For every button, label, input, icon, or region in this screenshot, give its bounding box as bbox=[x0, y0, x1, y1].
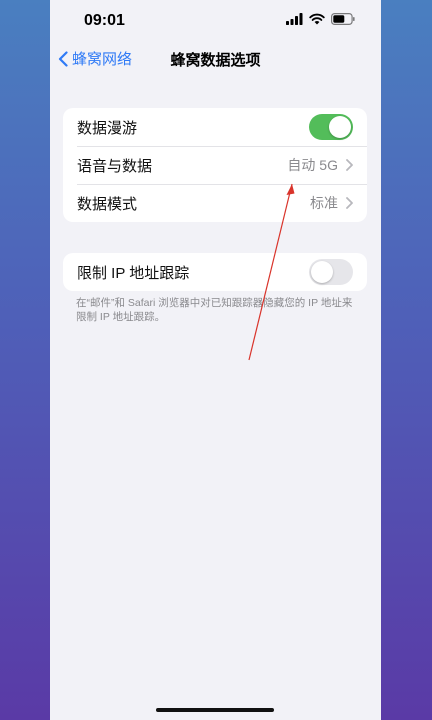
row-data-mode[interactable]: 数据模式 标准 bbox=[63, 184, 367, 222]
data-mode-label: 数据模式 bbox=[77, 195, 138, 213]
phone-screen: 09:01 蜂窝网络 蜂窝数据选项 数据漫游 语音与数据 自动 5G 数据模式 … bbox=[50, 0, 381, 720]
row-limit-ip-tracking: 限制 IP 地址跟踪 bbox=[63, 253, 367, 291]
data-roaming-label: 数据漫游 bbox=[77, 119, 138, 137]
status-time: 09:01 bbox=[84, 12, 125, 29]
status-bar: 09:01 bbox=[50, 0, 381, 44]
row-data-roaming: 数据漫游 bbox=[63, 108, 367, 146]
status-icons bbox=[286, 13, 355, 25]
toggle-knob bbox=[329, 116, 351, 138]
settings-group-cellular: 数据漫游 语音与数据 自动 5G 数据模式 标准 bbox=[63, 108, 367, 222]
data-mode-value-group: 标准 bbox=[310, 184, 353, 222]
battery-icon bbox=[331, 13, 355, 25]
toggle-knob bbox=[311, 261, 333, 283]
data-mode-value: 标准 bbox=[310, 195, 338, 211]
limit-ip-label: 限制 IP 地址跟踪 bbox=[77, 264, 190, 282]
limit-ip-footnote: 在“邮件”和 Safari 浏览器中对已知跟踪器隐藏您的 IP 地址来限制 IP… bbox=[76, 297, 353, 323]
data-roaming-toggle[interactable] bbox=[309, 114, 353, 140]
chevron-right-icon bbox=[346, 197, 353, 209]
home-indicator[interactable] bbox=[156, 708, 274, 712]
chevron-right-icon bbox=[346, 159, 353, 171]
wifi-icon bbox=[309, 13, 325, 25]
row-voice-data[interactable]: 语音与数据 自动 5G bbox=[63, 146, 367, 184]
voice-data-label: 语音与数据 bbox=[77, 157, 153, 175]
limit-ip-toggle[interactable] bbox=[309, 259, 353, 285]
page-title: 蜂窝数据选项 bbox=[170, 52, 261, 69]
navigation-bar: 蜂窝网络 蜂窝数据选项 bbox=[50, 44, 381, 76]
voice-data-value: 自动 5G bbox=[287, 157, 338, 173]
voice-data-value-group: 自动 5G bbox=[287, 146, 353, 184]
settings-group-privacy: 限制 IP 地址跟踪 bbox=[63, 253, 367, 291]
cellular-signal-icon bbox=[286, 13, 303, 25]
